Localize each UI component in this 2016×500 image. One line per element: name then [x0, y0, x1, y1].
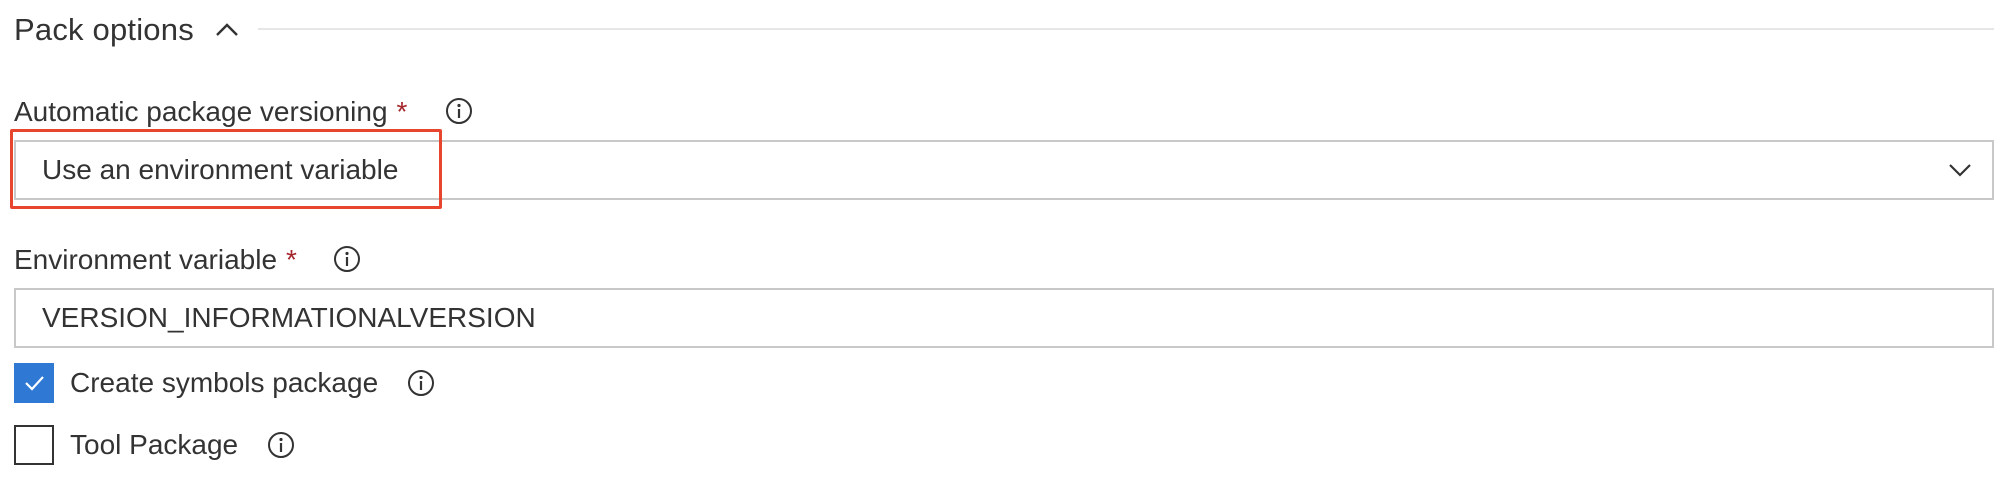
section-divider [258, 28, 1994, 30]
tool-package-option[interactable]: Tool Package [14, 424, 296, 466]
tool-package-checkbox[interactable] [14, 425, 54, 465]
section-header[interactable]: Pack options [14, 8, 244, 52]
chevron-down-icon[interactable] [1944, 154, 1976, 186]
info-icon[interactable] [444, 96, 474, 126]
versioning-label-text: Automatic package versioning [14, 96, 388, 127]
versioning-dropdown[interactable]: Use an environment variable [14, 140, 1994, 200]
section-title: Pack options [14, 12, 194, 47]
environment-variable-label-text: Environment variable [14, 244, 278, 275]
chevron-up-icon[interactable] [210, 13, 244, 47]
required-marker: * [286, 244, 297, 275]
tool-package-label: Tool Package [70, 429, 239, 460]
info-icon[interactable] [406, 368, 436, 398]
dropdown-selected-value: Use an environment variable [42, 154, 399, 185]
create-symbols-package-checkbox[interactable] [14, 363, 54, 403]
required-marker: * [396, 96, 408, 127]
create-symbols-package-option[interactable]: Create symbols package [14, 362, 436, 404]
create-symbols-package-label: Create symbols package [70, 367, 379, 398]
info-icon[interactable] [266, 430, 296, 460]
environment-variable-label: Environment variable * [14, 240, 297, 280]
info-icon[interactable] [332, 244, 362, 274]
environment-variable-input[interactable] [14, 288, 1994, 348]
versioning-label: Automatic package versioning * [14, 92, 407, 132]
